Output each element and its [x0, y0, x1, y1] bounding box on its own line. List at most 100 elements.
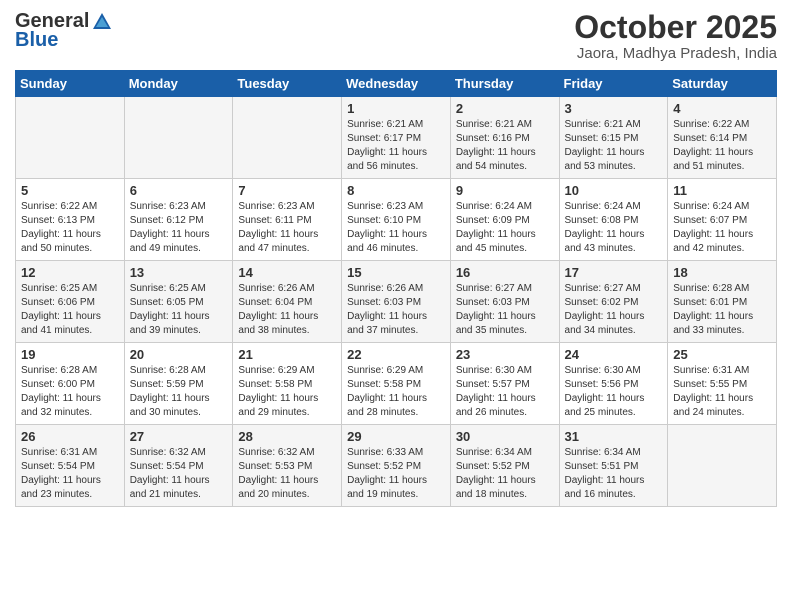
calendar-week-row: 19 Sunrise: 6:28 AM Sunset: 6:00 PM Dayli… — [16, 343, 777, 425]
calendar-cell: 8Sunrise: 6:23 AM Sunset: 6:10 PM Daylig… — [342, 179, 451, 261]
day-number: 3 — [565, 101, 663, 116]
day-info: Sunrise: 6:26 AM Sunset: 6:03 PM Dayligh… — [347, 282, 445, 338]
day-info: Sunrise: 6:30 AM Sunset: 5:56 PM Dayligh… — [565, 364, 663, 420]
day-number: 5 — [21, 183, 119, 198]
calendar-cell: 14 Sunrise: 6:26 AM Sunset: 6:04 PM Dayli… — [233, 261, 342, 343]
day-number: 7 — [238, 183, 336, 198]
calendar-cell: 20 Sunrise: 6:28 AM Sunset: 5:59 PM Dayli… — [124, 343, 233, 425]
calendar-cell: 5Sunrise: 6:22 AM Sunset: 6:13 PM Daylig… — [16, 179, 125, 261]
calendar-cell: 26Sunrise: 6:31 AM Sunset: 5:54 PM Dayli… — [16, 425, 125, 507]
calendar-cell: 9 Sunrise: 6:24 AM Sunset: 6:09 PM Daylig… — [450, 179, 559, 261]
day-info: Sunrise: 6:32 AM Sunset: 5:53 PM Dayligh… — [238, 446, 336, 502]
weekday-header: Friday — [559, 71, 668, 97]
day-info: Sunrise: 6:31 AM Sunset: 5:55 PM Dayligh… — [673, 364, 771, 420]
calendar-cell: 17 Sunrise: 6:27 AM Sunset: 6:02 PM Dayli… — [559, 261, 668, 343]
day-number: 26 — [21, 429, 119, 444]
day-info: Sunrise: 6:23 AM Sunset: 6:10 PM Dayligh… — [347, 200, 445, 256]
day-number: 27 — [130, 429, 228, 444]
month-title: October 2025 — [574, 10, 777, 45]
day-info: Sunrise: 6:22 AM Sunset: 6:14 PM Dayligh… — [673, 118, 771, 174]
calendar-cell: 15 Sunrise: 6:26 AM Sunset: 6:03 PM Dayli… — [342, 261, 451, 343]
day-info: Sunrise: 6:21 AM Sunset: 6:16 PM Dayligh… — [456, 118, 554, 174]
calendar-cell: 18 Sunrise: 6:28 AM Sunset: 6:01 PM Dayli… — [668, 261, 777, 343]
day-info: Sunrise: 6:27 AM Sunset: 6:02 PM Dayligh… — [565, 282, 663, 338]
day-number: 15 — [347, 265, 445, 280]
day-info: Sunrise: 6:25 AM Sunset: 6:05 PM Dayligh… — [130, 282, 228, 338]
day-number: 19 — [21, 347, 119, 362]
day-info: Sunrise: 6:34 AM Sunset: 5:52 PM Dayligh… — [456, 446, 554, 502]
calendar-cell — [124, 97, 233, 179]
day-number: 30 — [456, 429, 554, 444]
day-info: Sunrise: 6:25 AM Sunset: 6:06 PM Dayligh… — [21, 282, 119, 338]
day-info: Sunrise: 6:21 AM Sunset: 6:15 PM Dayligh… — [565, 118, 663, 174]
weekday-header: Sunday — [16, 71, 125, 97]
calendar-week-row: 1Sunrise: 6:21 AM Sunset: 6:17 PM Daylig… — [16, 97, 777, 179]
calendar-cell: 25 Sunrise: 6:31 AM Sunset: 5:55 PM Dayli… — [668, 343, 777, 425]
calendar-cell: 1Sunrise: 6:21 AM Sunset: 6:17 PM Daylig… — [342, 97, 451, 179]
calendar-cell: 4 Sunrise: 6:22 AM Sunset: 6:14 PM Daylig… — [668, 97, 777, 179]
day-number: 17 — [565, 265, 663, 280]
calendar-cell: 16Sunrise: 6:27 AM Sunset: 6:03 PM Dayli… — [450, 261, 559, 343]
calendar-cell: 13 Sunrise: 6:25 AM Sunset: 6:05 PM Dayli… — [124, 261, 233, 343]
header: General Blue October 2025 Jaora, Madhya … — [15, 10, 777, 62]
day-info: Sunrise: 6:23 AM Sunset: 6:12 PM Dayligh… — [130, 200, 228, 256]
day-number: 18 — [673, 265, 771, 280]
calendar-cell: 12 Sunrise: 6:25 AM Sunset: 6:06 PM Dayli… — [16, 261, 125, 343]
page: General Blue October 2025 Jaora, Madhya … — [0, 0, 792, 612]
day-number: 4 — [673, 101, 771, 116]
calendar-header-row: SundayMondayTuesdayWednesdayThursdayFrid… — [16, 71, 777, 97]
day-number: 9 — [456, 183, 554, 198]
calendar-cell: 31 Sunrise: 6:34 AM Sunset: 5:51 PM Dayli… — [559, 425, 668, 507]
day-number: 2 — [456, 101, 554, 116]
calendar-week-row: 12 Sunrise: 6:25 AM Sunset: 6:06 PM Dayli… — [16, 261, 777, 343]
calendar-cell: 2 Sunrise: 6:21 AM Sunset: 6:16 PM Daylig… — [450, 97, 559, 179]
calendar-cell: 30 Sunrise: 6:34 AM Sunset: 5:52 PM Dayli… — [450, 425, 559, 507]
logo: General Blue — [15, 10, 115, 52]
calendar-cell: 3 Sunrise: 6:21 AM Sunset: 6:15 PM Daylig… — [559, 97, 668, 179]
calendar-cell: 29Sunrise: 6:33 AM Sunset: 5:52 PM Dayli… — [342, 425, 451, 507]
day-info: Sunrise: 6:24 AM Sunset: 6:07 PM Dayligh… — [673, 200, 771, 256]
day-number: 24 — [565, 347, 663, 362]
day-number: 10 — [565, 183, 663, 198]
calendar-cell: 27 Sunrise: 6:32 AM Sunset: 5:54 PM Dayli… — [124, 425, 233, 507]
day-info: Sunrise: 6:27 AM Sunset: 6:03 PM Dayligh… — [456, 282, 554, 338]
day-number: 13 — [130, 265, 228, 280]
calendar-cell: 19 Sunrise: 6:28 AM Sunset: 6:00 PM Dayli… — [16, 343, 125, 425]
day-number: 6 — [130, 183, 228, 198]
calendar-cell: 6 Sunrise: 6:23 AM Sunset: 6:12 PM Daylig… — [124, 179, 233, 261]
weekday-header: Tuesday — [233, 71, 342, 97]
day-info: Sunrise: 6:32 AM Sunset: 5:54 PM Dayligh… — [130, 446, 228, 502]
location-title: Jaora, Madhya Pradesh, India — [574, 45, 777, 62]
calendar-cell: 24 Sunrise: 6:30 AM Sunset: 5:56 PM Dayli… — [559, 343, 668, 425]
day-number: 20 — [130, 347, 228, 362]
day-info: Sunrise: 6:23 AM Sunset: 6:11 PM Dayligh… — [238, 200, 336, 256]
day-number: 25 — [673, 347, 771, 362]
day-number: 12 — [21, 265, 119, 280]
calendar-cell: 10Sunrise: 6:24 AM Sunset: 6:08 PM Dayli… — [559, 179, 668, 261]
calendar-cell — [16, 97, 125, 179]
calendar-cell: 28Sunrise: 6:32 AM Sunset: 5:53 PM Dayli… — [233, 425, 342, 507]
day-info: Sunrise: 6:28 AM Sunset: 6:01 PM Dayligh… — [673, 282, 771, 338]
weekday-header: Thursday — [450, 71, 559, 97]
calendar-cell — [233, 97, 342, 179]
day-info: Sunrise: 6:29 AM Sunset: 5:58 PM Dayligh… — [347, 364, 445, 420]
day-info: Sunrise: 6:30 AM Sunset: 5:57 PM Dayligh… — [456, 364, 554, 420]
calendar-week-row: 26Sunrise: 6:31 AM Sunset: 5:54 PM Dayli… — [16, 425, 777, 507]
day-number: 14 — [238, 265, 336, 280]
day-info: Sunrise: 6:28 AM Sunset: 5:59 PM Dayligh… — [130, 364, 228, 420]
weekday-header: Wednesday — [342, 71, 451, 97]
day-info: Sunrise: 6:29 AM Sunset: 5:58 PM Dayligh… — [238, 364, 336, 420]
day-info: Sunrise: 6:26 AM Sunset: 6:04 PM Dayligh… — [238, 282, 336, 338]
day-info: Sunrise: 6:24 AM Sunset: 6:09 PM Dayligh… — [456, 200, 554, 256]
day-info: Sunrise: 6:21 AM Sunset: 6:17 PM Dayligh… — [347, 118, 445, 174]
day-info: Sunrise: 6:34 AM Sunset: 5:51 PM Dayligh… — [565, 446, 663, 502]
day-number: 31 — [565, 429, 663, 444]
logo-icon — [91, 11, 113, 33]
calendar-cell: 23 Sunrise: 6:30 AM Sunset: 5:57 PM Dayli… — [450, 343, 559, 425]
logo-text: General Blue — [15, 10, 115, 52]
weekday-header: Monday — [124, 71, 233, 97]
day-info: Sunrise: 6:28 AM Sunset: 6:00 PM Dayligh… — [21, 364, 119, 420]
weekday-header: Saturday — [668, 71, 777, 97]
calendar-cell: 7 Sunrise: 6:23 AM Sunset: 6:11 PM Daylig… — [233, 179, 342, 261]
day-number: 23 — [456, 347, 554, 362]
